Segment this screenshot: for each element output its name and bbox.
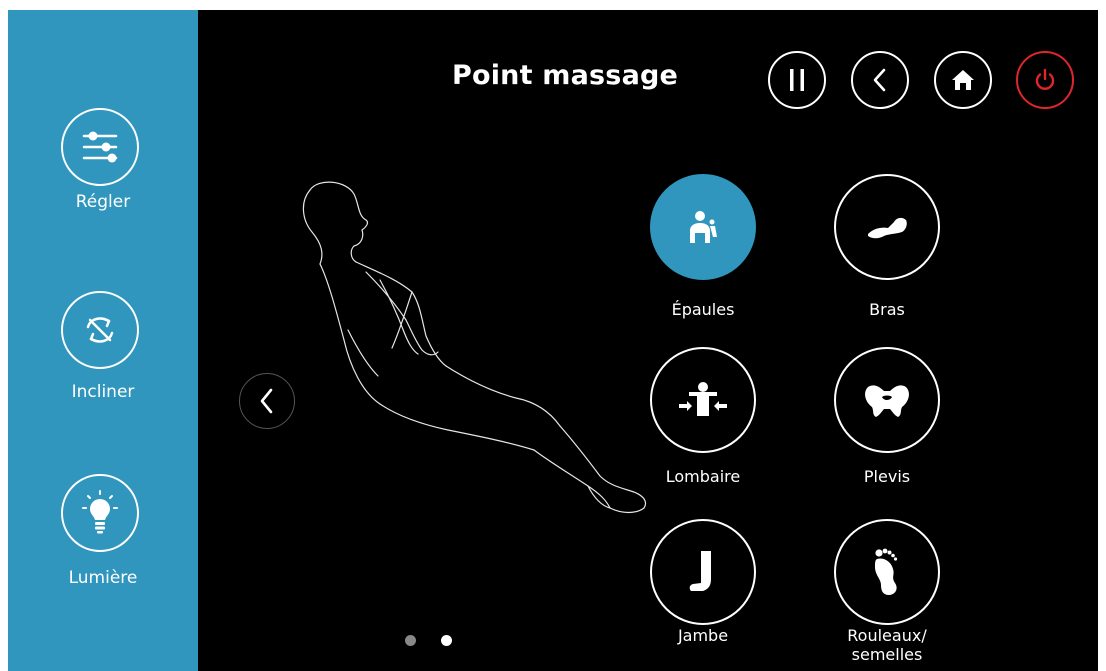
page-indicator-1[interactable]	[405, 635, 416, 646]
zone-shoulders-button[interactable]	[650, 174, 756, 280]
previous-page-button[interactable]	[239, 373, 295, 429]
zone-arm-label: Bras	[869, 300, 905, 319]
sliders-icon	[82, 131, 118, 163]
page-title: Point massage	[451, 60, 679, 91]
pelvis-icon	[865, 385, 909, 417]
power-icon	[1035, 68, 1055, 90]
sidebar: Régler Incliner Lumière	[8, 10, 198, 671]
home-button[interactable]	[934, 51, 992, 109]
back-icon	[873, 68, 886, 92]
arm-icon	[868, 217, 907, 239]
adjust-button[interactable]	[61, 108, 139, 186]
back-button[interactable]	[851, 51, 909, 109]
zone-leg-label: Jambe	[677, 626, 729, 645]
zone-shoulders-label: Épaules	[671, 300, 735, 319]
zone-lumbar-button[interactable]	[650, 347, 756, 453]
zone-pelvis-button[interactable]	[834, 347, 940, 453]
lumbar-icon	[679, 382, 727, 416]
zone-lumbar-label: Lombaire	[665, 467, 741, 486]
zone-foot-button[interactable]	[834, 519, 940, 625]
page-indicator-2[interactable]	[441, 635, 452, 646]
leg-icon	[689, 551, 711, 591]
light-button[interactable]	[61, 474, 139, 552]
recline-label: Incliner	[71, 382, 135, 402]
zone-pelvis-label: Plevis	[863, 467, 911, 486]
pause-icon	[790, 69, 804, 91]
chevron-left-icon	[260, 388, 273, 414]
pause-button[interactable]	[768, 51, 826, 109]
shoulders-icon	[690, 211, 717, 243]
home-icon	[952, 70, 974, 90]
light-bulb-icon	[82, 490, 118, 534]
foot-icon	[875, 548, 898, 595]
adjust-label: Régler	[75, 192, 131, 212]
massage-chair-screen: Régler Incliner Lumière Point massage Ép…	[8, 10, 1098, 671]
recline-button[interactable]	[61, 291, 139, 369]
zone-leg-button[interactable]	[650, 519, 756, 625]
recline-icon	[86, 317, 114, 343]
body-outline-figure	[302, 181, 647, 514]
power-button[interactable]	[1016, 51, 1074, 109]
light-label: Lumière	[68, 568, 138, 588]
zone-foot-label: Rouleaux/ semelles	[847, 626, 927, 664]
zone-arm-button[interactable]	[834, 174, 940, 280]
